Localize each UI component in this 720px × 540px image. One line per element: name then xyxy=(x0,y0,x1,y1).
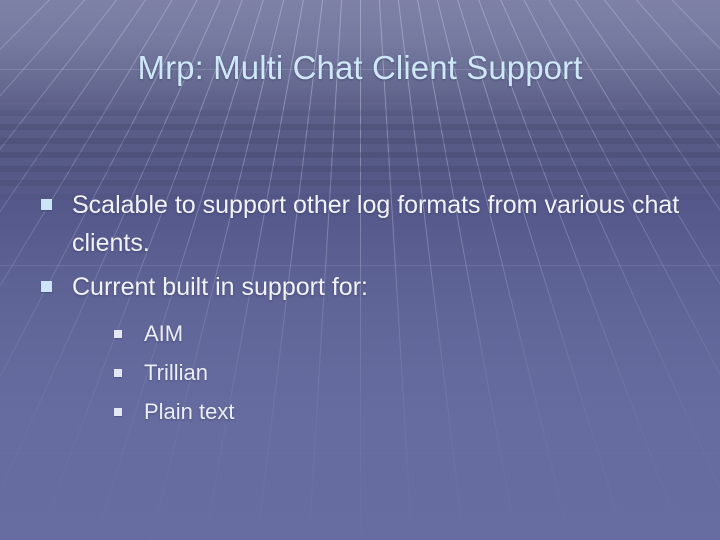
sub-bullet-item-label: AIM xyxy=(144,321,184,346)
sub-bullet-item-label: Trillian xyxy=(144,360,208,385)
slide-content: Mrp: Multi Chat Client Support Scalable … xyxy=(0,0,720,540)
square-bullet-icon xyxy=(114,330,122,338)
square-bullet-icon xyxy=(41,281,52,292)
bullet-item-level1: Scalable to support other log formats fr… xyxy=(38,186,692,262)
presentation-slide: Mrp: Multi Chat Client Support Scalable … xyxy=(0,0,720,540)
bullet-item-level2: Trillian xyxy=(72,353,692,392)
square-bullet-icon xyxy=(41,199,52,210)
slide-title: Mrp: Multi Chat Client Support xyxy=(137,49,583,86)
bullet-item-label: Scalable to support other log formats fr… xyxy=(72,191,680,257)
bullet-item-level2: AIM xyxy=(72,314,692,353)
bullet-item-level2: Plain text xyxy=(72,392,692,431)
bullet-item-label: Current built in support for: xyxy=(72,273,368,301)
square-bullet-icon xyxy=(114,408,122,416)
bullet-item-level1: Current built in support for: AIM Trilli… xyxy=(38,268,692,431)
sub-bullet-list: AIM Trillian Plain text xyxy=(72,314,692,431)
square-bullet-icon xyxy=(114,369,122,377)
slide-body: Scalable to support other log formats fr… xyxy=(38,186,692,437)
sub-bullet-item-label: Plain text xyxy=(144,399,235,424)
